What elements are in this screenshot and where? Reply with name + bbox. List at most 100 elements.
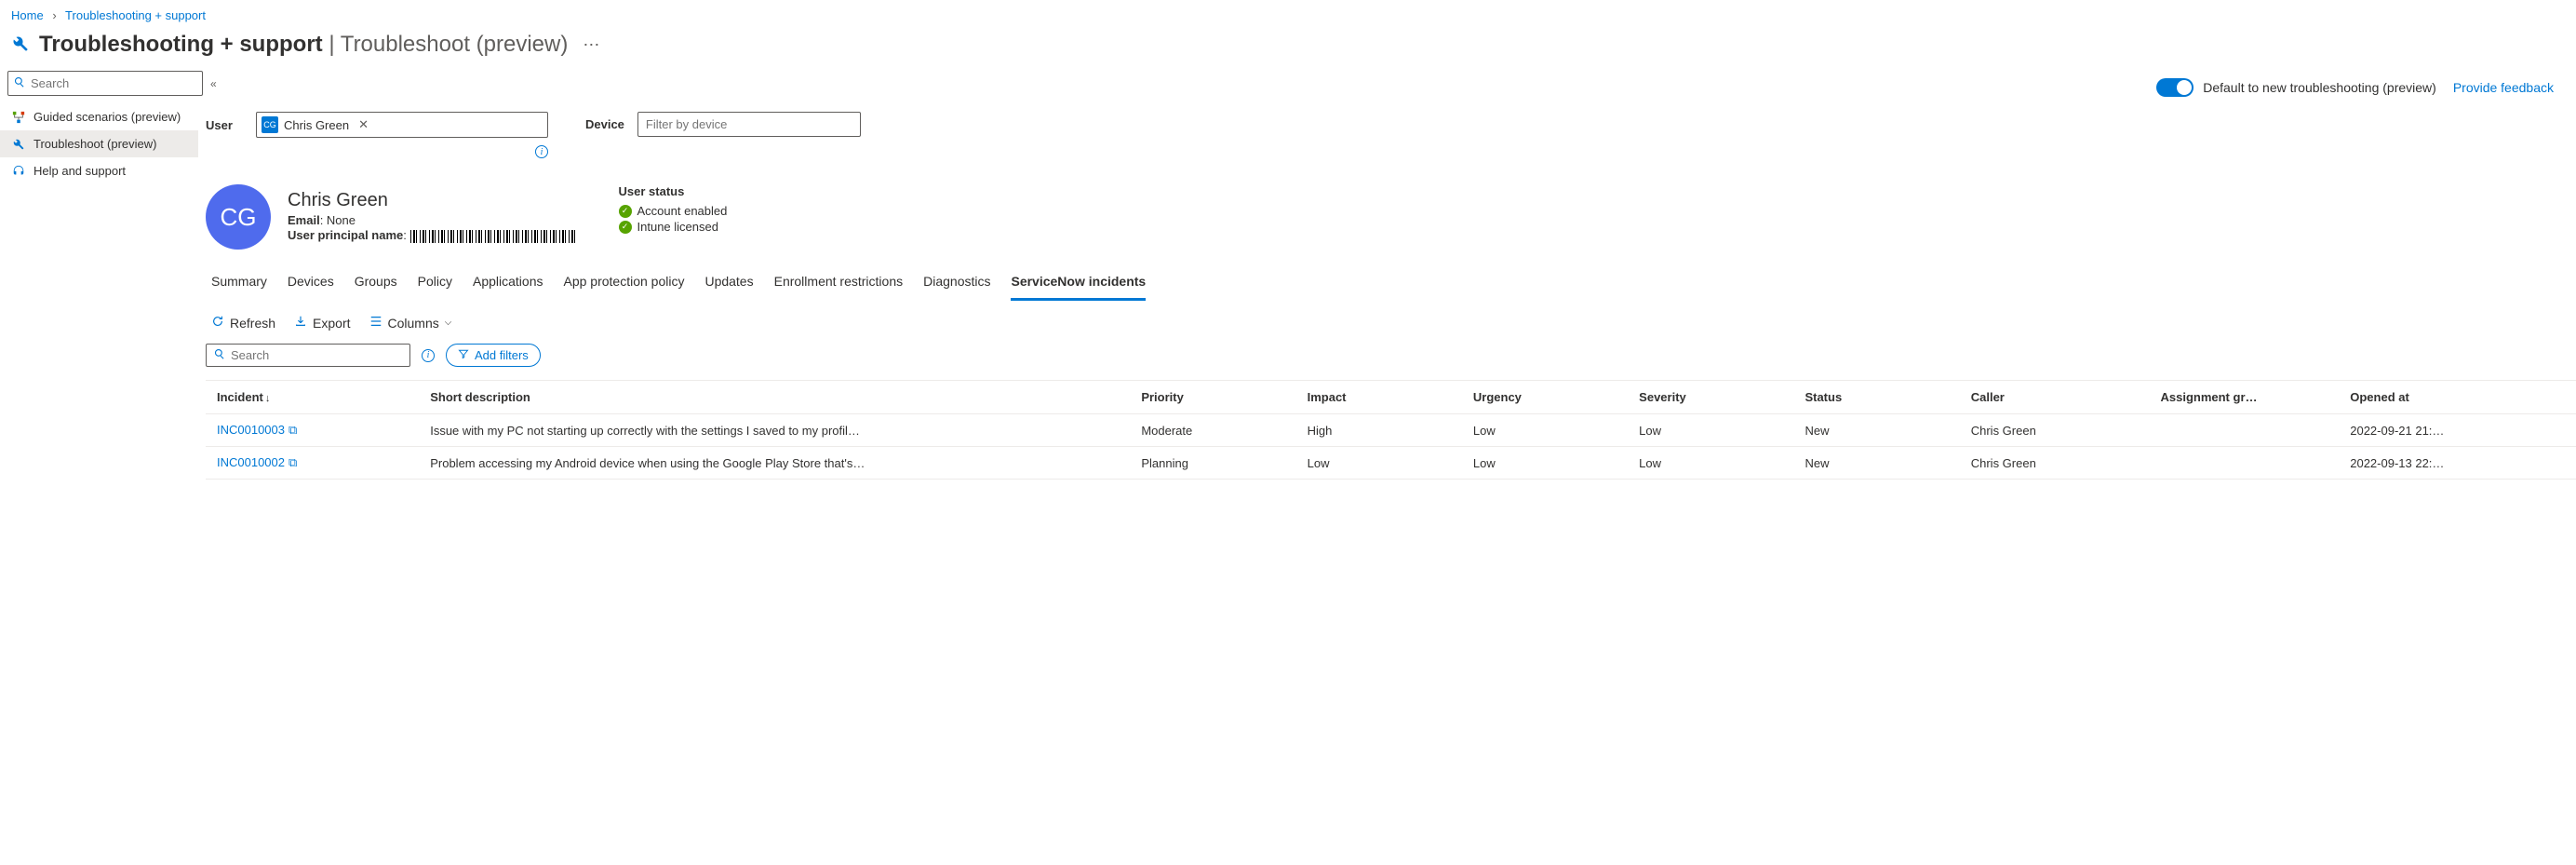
col-priority[interactable]: Priority (1130, 381, 1295, 414)
col-urgency[interactable]: Urgency (1462, 381, 1628, 414)
headset-icon (11, 165, 26, 178)
sidebar-search-input[interactable] (29, 74, 196, 92)
sort-down-icon: ↓ (265, 393, 271, 404)
device-filter-label: Device (585, 117, 624, 131)
table-row[interactable]: INC0010002⧉Problem accessing my Android … (206, 447, 2576, 480)
tab-servicenow[interactable]: ServiceNow incidents (1011, 268, 1146, 301)
cell-caller: Chris Green (1960, 447, 2150, 480)
add-filters-button[interactable]: Add filters (446, 344, 541, 367)
remove-user-icon[interactable]: ✕ (355, 117, 372, 132)
cell-priority: Moderate (1130, 414, 1295, 447)
table-search[interactable] (206, 344, 410, 367)
email-value: None (327, 213, 356, 227)
breadcrumb: Home › Troubleshooting + support (0, 0, 2576, 28)
tab-app-protection[interactable]: App protection policy (563, 268, 684, 301)
sidebar-item-label: Guided scenarios (preview) (34, 110, 181, 124)
page-title-main: Troubleshooting + support (39, 32, 323, 57)
sidebar-item-help[interactable]: Help and support (0, 157, 198, 184)
sidebar: « Guided scenarios (preview) Troubleshoo… (0, 71, 198, 480)
cell-incident: INC0010002⧉ (206, 447, 419, 480)
refresh-icon (211, 315, 224, 331)
tab-applications[interactable]: Applications (473, 268, 543, 301)
sidebar-item-troubleshoot[interactable]: Troubleshoot (preview) (0, 130, 198, 157)
col-impact[interactable]: Impact (1296, 381, 1462, 414)
user-name: Chris Green (288, 190, 578, 211)
tabs: Summary Devices Groups Policy Applicatio… (206, 259, 2576, 302)
user-filter-label: User (206, 118, 243, 132)
cell-opened: 2022-09-13 22:… (2339, 447, 2576, 480)
tab-devices[interactable]: Devices (288, 268, 334, 301)
tab-summary[interactable]: Summary (211, 268, 267, 301)
tab-groups[interactable]: Groups (355, 268, 397, 301)
columns-icon (369, 315, 382, 331)
info-icon[interactable]: i (422, 349, 435, 362)
col-incident[interactable]: Incident↓ (206, 381, 419, 414)
chevron-down-icon: ⌵ (445, 318, 452, 328)
tab-diagnostics[interactable]: Diagnostics (923, 268, 990, 301)
cell-impact: Low (1296, 447, 1462, 480)
upn-barcode (410, 230, 578, 243)
table-row[interactable]: INC0010003⧉Issue with my PC not starting… (206, 414, 2576, 447)
cell-assign (2149, 447, 2339, 480)
page-title: Troubleshooting + support | Troubleshoot… (39, 32, 568, 58)
user-pill: CG Chris Green ✕ (261, 115, 374, 134)
email-label: Email (288, 213, 320, 227)
search-icon (14, 76, 25, 90)
cell-severity: Low (1628, 414, 1793, 447)
incident-link[interactable]: INC0010003 (217, 423, 285, 437)
user-filter-text[interactable] (380, 118, 543, 132)
columns-button[interactable]: Columns ⌵ (369, 315, 452, 331)
col-status[interactable]: Status (1793, 381, 1959, 414)
action-bar: Refresh Export Columns ⌵ (206, 302, 2576, 344)
incident-link[interactable]: INC0010002 (217, 455, 285, 469)
page-title-sub: Troubleshoot (preview) (341, 32, 569, 57)
tab-policy[interactable]: Policy (418, 268, 452, 301)
col-description[interactable]: Short description (419, 381, 1130, 414)
col-opened[interactable]: Opened at (2339, 381, 2576, 414)
cell-urgency: Low (1462, 447, 1628, 480)
cell-impact: High (1296, 414, 1462, 447)
col-severity[interactable]: Severity (1628, 381, 1793, 414)
device-filter-input[interactable] (637, 112, 861, 137)
user-pill-avatar: CG (262, 116, 278, 133)
sidebar-item-label: Help and support (34, 164, 126, 178)
cell-desc: Problem accessing my Android device when… (419, 447, 1130, 480)
cell-opened: 2022-09-21 21:… (2339, 414, 2576, 447)
table-header-row: Incident↓ Short description Priority Imp… (206, 381, 2576, 414)
sidebar-item-guided-scenarios[interactable]: Guided scenarios (preview) (0, 103, 198, 130)
table-search-input[interactable] (231, 348, 402, 362)
toggle-label: Default to new troubleshooting (preview) (2203, 80, 2436, 95)
tab-enrollment[interactable]: Enrollment restrictions (774, 268, 904, 301)
upn-label: User principal name (288, 228, 403, 242)
refresh-button[interactable]: Refresh (211, 315, 275, 331)
external-link-icon: ⧉ (288, 455, 297, 469)
cell-priority: Planning (1130, 447, 1295, 480)
cell-caller: Chris Green (1960, 414, 2150, 447)
tab-updates[interactable]: Updates (704, 268, 753, 301)
download-icon (294, 315, 307, 331)
info-icon[interactable]: i (535, 145, 548, 158)
export-button[interactable]: Export (294, 315, 350, 331)
breadcrumb-separator: › (52, 8, 56, 22)
col-assignment[interactable]: Assignment gr… (2149, 381, 2339, 414)
cell-desc: Issue with my PC not starting up correct… (419, 414, 1130, 447)
sidebar-search[interactable] (7, 71, 203, 96)
default-troubleshoot-toggle[interactable] (2156, 78, 2194, 97)
user-pill-name: Chris Green (284, 118, 349, 132)
breadcrumb-home[interactable]: Home (11, 8, 44, 22)
sidebar-item-label: Troubleshoot (preview) (34, 137, 156, 151)
user-filter-input[interactable]: CG Chris Green ✕ (256, 112, 548, 138)
status-intune-licensed: ✓ Intune licensed (619, 220, 728, 234)
provide-feedback-link[interactable]: Provide feedback (2453, 80, 2554, 95)
check-icon: ✓ (619, 205, 632, 218)
page-title-row: Troubleshooting + support | Troubleshoot… (0, 28, 2576, 71)
external-link-icon: ⧉ (288, 423, 297, 437)
check-icon: ✓ (619, 221, 632, 234)
breadcrumb-current[interactable]: Troubleshooting + support (65, 8, 206, 22)
more-icon[interactable]: ⋯ (577, 35, 605, 55)
wrench-icon (11, 34, 30, 56)
avatar: CG (206, 184, 271, 250)
col-caller[interactable]: Caller (1960, 381, 2150, 414)
user-status-title: User status (619, 184, 728, 198)
cell-incident: INC0010003⧉ (206, 414, 419, 447)
